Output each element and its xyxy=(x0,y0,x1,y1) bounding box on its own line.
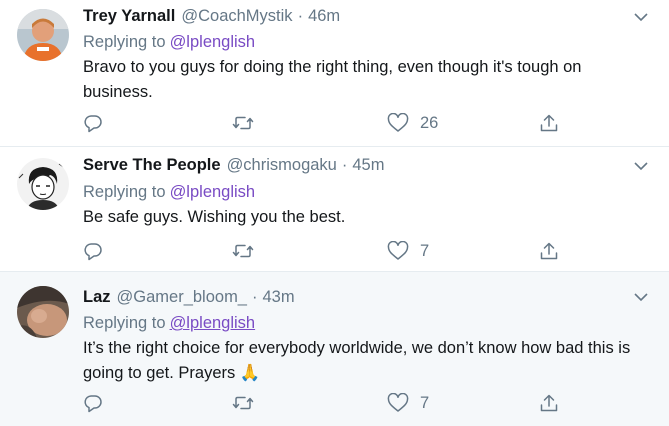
replying-to-label: Replying to xyxy=(83,183,166,201)
tweet-actions: 26 xyxy=(0,111,669,135)
chevron-down-icon[interactable] xyxy=(633,158,649,174)
replying-to-mention[interactable]: @lplenglish xyxy=(170,183,256,201)
replying-to-label: Replying to xyxy=(83,314,166,332)
reply-icon xyxy=(83,241,103,261)
share-button[interactable] xyxy=(539,239,559,263)
replying-to-mention[interactable]: @lplenglish xyxy=(170,33,256,51)
heart-icon xyxy=(387,393,409,413)
tweet[interactable]: Laz @Gamer_bloom_ · 43m Replying to @lple… xyxy=(0,271,669,426)
tweet[interactable]: Serve The People @chrismogaku · 45m Repl… xyxy=(0,147,669,271)
chevron-down-icon[interactable] xyxy=(633,289,649,305)
heart-icon xyxy=(387,113,409,133)
replying-to: Replying to @lplenglish xyxy=(83,314,255,333)
tweet-text: It’s the right choice for everybody worl… xyxy=(83,339,631,382)
replying-to-label: Replying to xyxy=(83,33,166,51)
reply-button[interactable] xyxy=(83,391,114,415)
reply-button[interactable] xyxy=(83,239,114,263)
like-button[interactable]: 7 xyxy=(387,391,429,415)
retweet-icon xyxy=(232,113,254,133)
like-count: 26 xyxy=(420,113,439,132)
like-count: 7 xyxy=(420,241,430,260)
heart-icon xyxy=(387,241,409,261)
reply-button[interactable] xyxy=(83,111,114,135)
share-button[interactable] xyxy=(539,391,559,415)
separator-dot: · xyxy=(297,7,304,25)
user-handle[interactable]: @Gamer_bloom_ xyxy=(117,288,247,307)
separator-dot: · xyxy=(252,288,258,306)
reply-icon xyxy=(83,113,103,133)
retweet-button[interactable] xyxy=(232,391,265,415)
like-button[interactable]: 26 xyxy=(387,111,438,135)
reply-icon xyxy=(83,393,103,413)
replying-to-mention[interactable]: @lplenglish xyxy=(170,314,256,332)
retweet-icon xyxy=(232,241,254,261)
tweet-header: Serve The People @chrismogaku · 45m xyxy=(83,156,384,178)
tweet-text: Be safe guys. Wishing you the best. xyxy=(83,208,346,226)
user-handle[interactable]: @CoachMystik xyxy=(181,7,292,26)
retweet-icon xyxy=(232,393,254,413)
share-icon xyxy=(539,113,559,133)
replying-to: Replying to @lplenglish xyxy=(83,33,255,52)
tweet-header: Laz @Gamer_bloom_ · 43m xyxy=(83,288,295,310)
display-name[interactable]: Serve The People xyxy=(83,156,221,175)
share-icon xyxy=(539,241,559,261)
display-name[interactable]: Laz xyxy=(83,288,111,307)
timestamp[interactable]: 46m xyxy=(308,7,340,26)
share-icon xyxy=(539,393,559,413)
display-name[interactable]: Trey Yarnall xyxy=(83,7,175,26)
user-handle[interactable]: @chrismogaku xyxy=(227,156,337,175)
separator-dot: · xyxy=(341,156,348,174)
tweet-header: Trey Yarnall @CoachMystik · 46m xyxy=(83,7,340,29)
tweet[interactable]: Trey Yarnall @CoachMystik · 46m Replying… xyxy=(0,0,669,147)
like-count: 7 xyxy=(420,393,430,412)
timestamp[interactable]: 45m xyxy=(352,156,384,175)
avatar[interactable] xyxy=(17,9,69,61)
replying-to: Replying to @lplenglish xyxy=(83,183,255,202)
tweet-text: Bravo to you guys for doing the right th… xyxy=(83,58,582,101)
tweet-actions: 7 xyxy=(0,391,669,415)
timestamp[interactable]: 43m xyxy=(263,288,295,307)
retweet-button[interactable] xyxy=(232,239,265,263)
tweet-actions: 7 xyxy=(0,239,669,263)
retweet-button[interactable] xyxy=(232,111,265,135)
like-button[interactable]: 7 xyxy=(387,239,429,263)
chevron-down-icon[interactable] xyxy=(633,9,649,25)
share-button[interactable] xyxy=(539,111,559,135)
reply-feed: Trey Yarnall @CoachMystik · 46m Replying… xyxy=(0,0,669,426)
avatar[interactable] xyxy=(17,158,69,210)
avatar[interactable] xyxy=(17,286,69,338)
